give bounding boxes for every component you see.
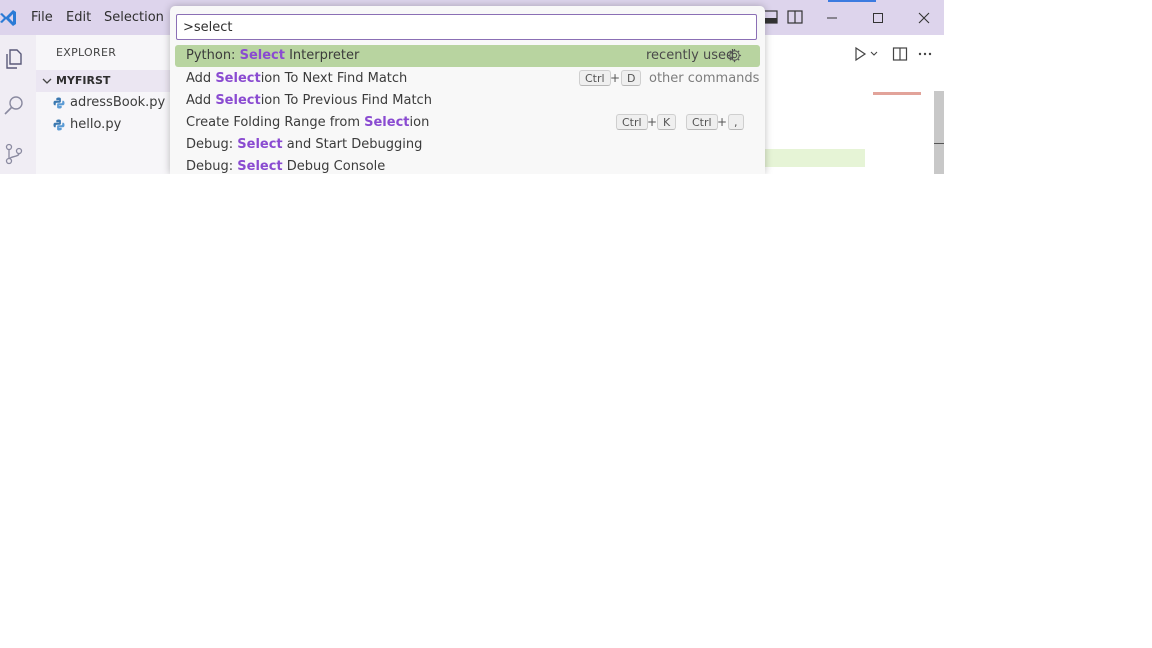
vscode-logo-icon <box>0 10 16 26</box>
command-detail: other commands <box>649 71 760 86</box>
command-palette-input[interactable] <box>176 14 757 40</box>
command-item-python-select-interpreter[interactable]: Python: Select Interpreter recently used <box>175 45 760 67</box>
python-file-icon <box>53 119 65 131</box>
command-item-add-selection-next[interactable]: Add Selection To Next Find Match Ctrl + … <box>175 68 760 90</box>
explorer-title: EXPLORER <box>56 46 117 59</box>
keybinding-key: , <box>728 114 744 130</box>
run-dropdown-icon[interactable] <box>869 46 879 62</box>
file-item-hello[interactable]: hello.py <box>36 114 170 136</box>
activity-bar <box>0 35 36 174</box>
toggle-secondary-sidebar-icon[interactable] <box>787 10 803 24</box>
split-editor-icon[interactable] <box>892 46 908 62</box>
command-label: Python: Select Interpreter <box>186 48 360 63</box>
keybinding-plus: + <box>647 115 658 129</box>
file-label: adressBook.py <box>70 95 166 110</box>
keybinding-plus: + <box>610 71 621 85</box>
keybinding-key: K <box>657 114 677 130</box>
minimize-icon <box>827 17 837 18</box>
file-label: hello.py <box>70 117 122 132</box>
more-actions-icon[interactable] <box>917 46 933 62</box>
menu-file[interactable]: File <box>31 0 53 35</box>
keybinding-plus: + <box>717 115 728 129</box>
command-detail: recently used <box>646 48 735 63</box>
folder-label: MYFIRST <box>56 74 111 87</box>
command-item-create-folding-range[interactable]: Create Folding Range from Selection Ctrl… <box>175 112 760 134</box>
editor-scrollbar[interactable] <box>934 91 944 174</box>
command-label: Add Selection To Next Find Match <box>186 71 408 86</box>
close-icon <box>918 12 930 23</box>
folder-header[interactable]: MYFIRST <box>36 70 170 92</box>
file-item-adressbook[interactable]: adressBook.py <box>36 92 170 114</box>
command-label: Create Folding Range from Selection <box>186 115 430 130</box>
run-icon[interactable] <box>852 46 868 62</box>
keybinding-key: Ctrl <box>686 114 718 130</box>
maximize-button[interactable] <box>855 0 901 35</box>
explorer-sidebar: EXPLORER MYFIRST adressBook.py hello.py <box>36 35 170 174</box>
keybinding-key: Ctrl <box>579 70 611 86</box>
menu-selection[interactable]: Selection <box>104 0 164 35</box>
gear-icon[interactable] <box>727 48 742 63</box>
explorer-icon[interactable] <box>2 47 26 71</box>
maximize-icon <box>873 12 883 23</box>
keybinding-key: Ctrl <box>616 114 648 130</box>
command-palette: Python: Select Interpreter recently used… <box>170 6 765 174</box>
command-item-add-selection-previous[interactable]: Add Selection To Previous Find Match <box>175 90 760 112</box>
menu-edit[interactable]: Edit <box>66 0 91 35</box>
close-window-button[interactable] <box>901 0 944 35</box>
chevron-down-icon <box>42 78 52 84</box>
scrollbar-marker <box>934 143 944 144</box>
keybinding-key: D <box>621 70 642 86</box>
minimize-button[interactable] <box>809 0 855 35</box>
current-line-highlight <box>765 149 865 167</box>
command-label: Debug: Select Debug Console <box>186 159 386 174</box>
python-file-icon <box>53 97 65 109</box>
command-label: Debug: Select and Start Debugging <box>186 137 423 152</box>
command-item-debug-select-console[interactable]: Debug: Select Debug Console <box>175 156 760 174</box>
source-control-icon[interactable] <box>2 142 26 166</box>
vscode-window: File Edit Selection EXPLORER MYFIRST adr… <box>0 0 944 174</box>
search-icon[interactable] <box>2 93 26 117</box>
command-item-debug-select-start[interactable]: Debug: Select and Start Debugging <box>175 134 760 156</box>
minimap[interactable] <box>873 92 921 95</box>
command-label: Add Selection To Previous Find Match <box>186 93 432 108</box>
